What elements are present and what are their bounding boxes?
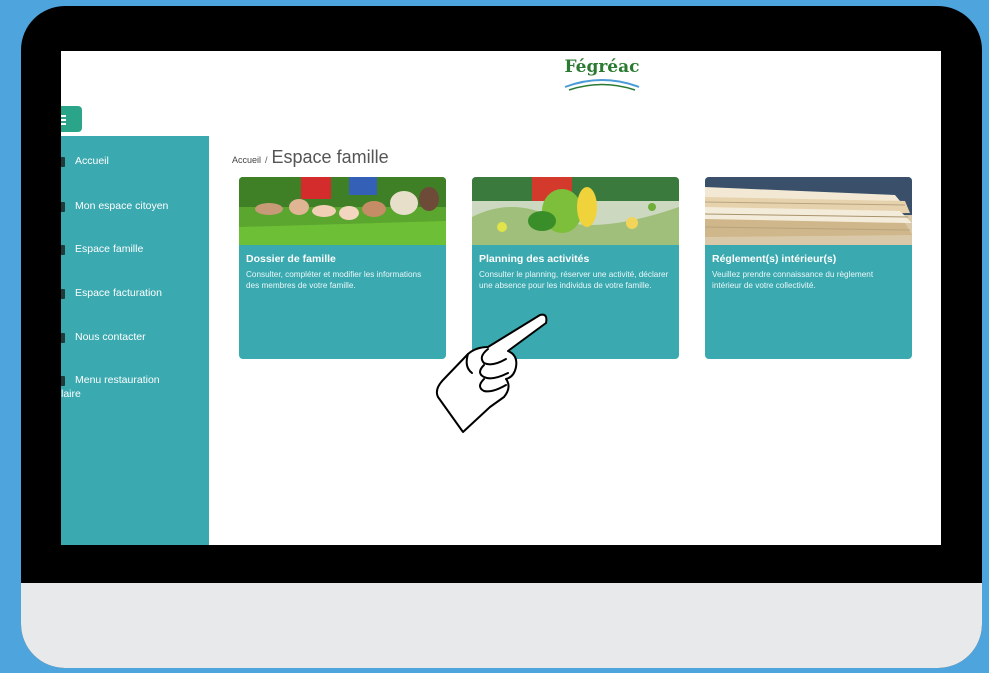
monitor-chin [21, 583, 982, 668]
menu-toggle-button[interactable] [61, 106, 82, 132]
breadcrumb-separator: / [265, 155, 268, 165]
card-image-family-feet [239, 177, 446, 245]
card-title: Réglement(s) intérieur(s) [712, 253, 837, 265]
sidebar-item-menu-restauration[interactable]: Menu restauration laire [61, 374, 209, 404]
sidebar-item-label: Nous contacter [75, 331, 146, 343]
sidebar: Accueil Mon espace citoyen Espace famill… [61, 136, 209, 545]
breadcrumb-home-link[interactable]: Accueil [232, 155, 261, 165]
user-icon [61, 202, 65, 212]
sidebar-item-label: Accueil [75, 155, 109, 167]
sidebar-item-mon-espace-citoyen[interactable]: Mon espace citoyen [61, 200, 209, 222]
sidebar-item-accueil[interactable]: Accueil [61, 155, 209, 177]
sidebar-item-espace-famille[interactable]: Espace famille [61, 243, 209, 265]
card-title: Dossier de famille [246, 253, 336, 265]
sidebar-item-label: Espace facturation [75, 287, 162, 299]
card-dossier-de-famille[interactable]: Dossier de famille Consulter, compléter … [239, 177, 446, 359]
card-description: Consulter, compléter et modifier les inf… [246, 270, 422, 290]
sidebar-item-label: Mon espace citoyen [75, 200, 169, 212]
card-image-document-folders [705, 177, 912, 245]
breadcrumb: Accueil / Espace famille [232, 147, 389, 169]
browser-screen: Fégréac Accueil Mon espace citoyen Espac… [61, 51, 941, 545]
sidebar-item-label-line2: laire [61, 388, 81, 400]
sidebar-item-espace-facturation[interactable]: Espace facturation [61, 287, 209, 309]
family-icon [61, 245, 65, 255]
card-description: Consulter le planning, réserver une acti… [479, 270, 669, 290]
logo-text: Fégréac [564, 57, 640, 77]
page-title: Espace famille [271, 147, 389, 167]
utensils-icon [61, 376, 65, 386]
site-logo[interactable]: Fégréac [557, 57, 647, 97]
pointing-hand-icon [435, 313, 548, 433]
card-description: Veuillez prendre connaissance du règleme… [712, 270, 874, 290]
home-icon [61, 157, 65, 167]
card-title: Planning des activités [479, 253, 590, 265]
euro-icon [61, 289, 65, 299]
sidebar-item-nous-contacter[interactable]: Nous contacter [61, 331, 209, 353]
card-reglements-interieurs[interactable]: Réglement(s) intérieur(s) Veuillez prend… [705, 177, 912, 359]
card-image-painted-hands [472, 177, 679, 245]
sidebar-item-label: Espace famille [75, 243, 144, 255]
sidebar-item-label: Menu restauration [75, 374, 160, 386]
envelope-icon [61, 333, 65, 343]
